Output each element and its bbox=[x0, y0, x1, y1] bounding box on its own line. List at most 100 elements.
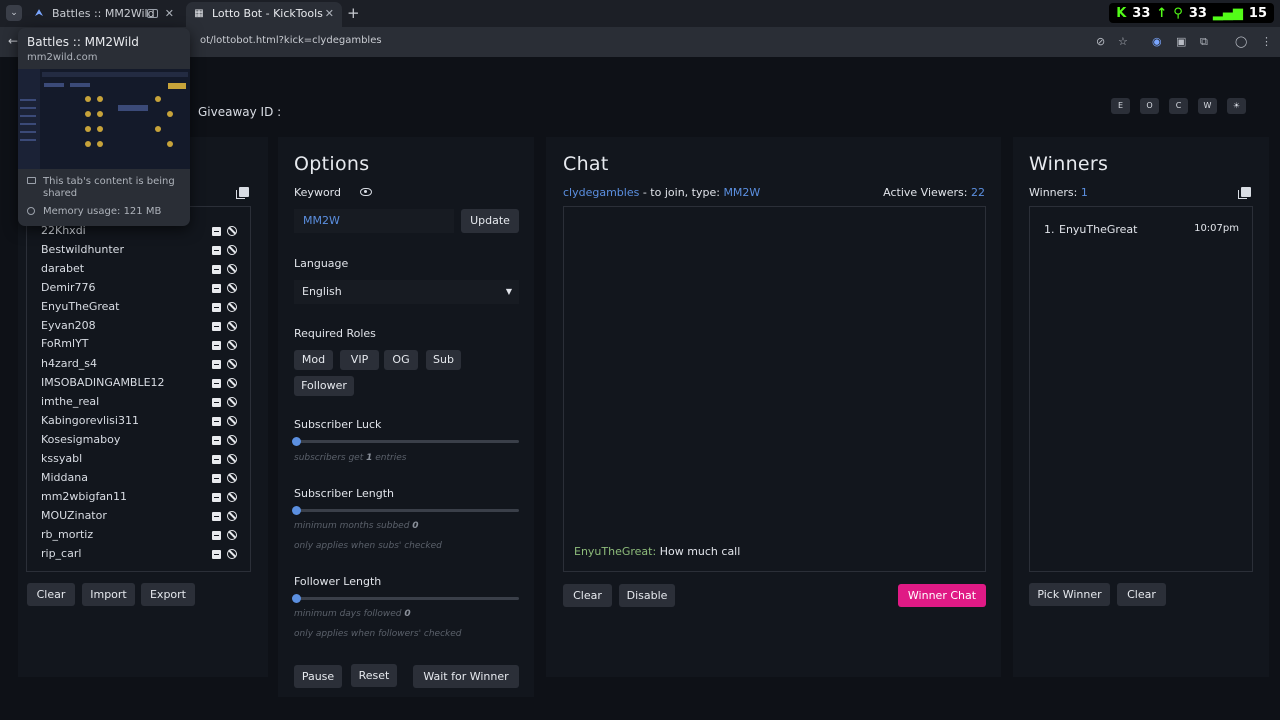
role-follower-toggle[interactable]: Follower bbox=[294, 376, 354, 396]
ban-entrant-icon[interactable] bbox=[227, 302, 237, 312]
channel-link[interactable]: clydegambles bbox=[563, 186, 639, 199]
subscriber-luck-slider[interactable] bbox=[292, 437, 519, 446]
remove-entrant-icon[interactable] bbox=[212, 473, 221, 483]
bookmark-star-icon[interactable]: ☆ bbox=[1118, 35, 1128, 48]
language-select[interactable]: English ▼ bbox=[294, 280, 519, 304]
back-arrow-icon[interactable]: ← bbox=[8, 34, 18, 48]
list-item: Middana bbox=[41, 471, 88, 484]
chat-log[interactable]: EnyuTheGreat: How much call bbox=[563, 206, 986, 572]
subscriber-length-slider[interactable] bbox=[292, 506, 519, 515]
ban-entrant-icon[interactable] bbox=[227, 454, 237, 464]
entrants-list[interactable]: 22Khxdi Bestwildhunter darabet Demir776 … bbox=[26, 206, 251, 572]
keyword-input[interactable]: MM2W bbox=[294, 209, 454, 233]
remove-entrant-icon[interactable] bbox=[212, 321, 221, 331]
extensions-puzzle-icon[interactable]: ⧉ bbox=[1200, 35, 1208, 49]
role-sub-toggle[interactable]: Sub bbox=[426, 350, 461, 370]
remove-entrant-icon[interactable] bbox=[212, 454, 221, 464]
hover-card-memory: Memory usage: 121 MB bbox=[27, 206, 161, 217]
theme-button-o[interactable]: O bbox=[1140, 98, 1159, 114]
role-vip-toggle[interactable]: VIP bbox=[340, 350, 379, 370]
ban-entrant-icon[interactable] bbox=[227, 378, 237, 388]
list-item: mm2wbigfan11 bbox=[41, 490, 128, 503]
extension-grid-icon[interactable]: ▣ bbox=[1176, 35, 1186, 48]
clear-chat-button[interactable]: Clear bbox=[563, 584, 612, 607]
remove-entrant-icon[interactable] bbox=[212, 302, 221, 312]
ban-entrant-icon[interactable] bbox=[227, 321, 237, 331]
ban-entrant-icon[interactable] bbox=[227, 245, 237, 255]
close-tab-icon[interactable]: ✕ bbox=[165, 2, 174, 25]
theme-button-c[interactable]: C bbox=[1169, 98, 1188, 114]
clear-winners-button[interactable]: Clear bbox=[1117, 583, 1166, 606]
ban-entrant-icon[interactable] bbox=[227, 435, 237, 445]
theme-light-icon[interactable]: ☀ bbox=[1227, 98, 1246, 114]
remove-entrant-icon[interactable] bbox=[212, 549, 221, 559]
winner-time: 10:07pm bbox=[1194, 223, 1239, 234]
remove-entrant-icon[interactable] bbox=[212, 397, 221, 407]
role-og-toggle[interactable]: OG bbox=[384, 350, 418, 370]
ban-entrant-icon[interactable] bbox=[227, 511, 237, 521]
import-button[interactable]: Import bbox=[82, 583, 135, 606]
extension-wave-icon[interactable]: ◉ bbox=[1152, 35, 1162, 48]
remove-entrant-icon[interactable] bbox=[212, 416, 221, 426]
remove-entrant-icon[interactable] bbox=[212, 511, 221, 521]
update-button[interactable]: Update bbox=[461, 209, 519, 233]
theme-button-e[interactable]: E bbox=[1111, 98, 1130, 114]
remove-entrant-icon[interactable] bbox=[212, 378, 221, 388]
ban-entrant-icon[interactable] bbox=[227, 416, 237, 426]
subscriber-length-label: Subscriber Length bbox=[294, 487, 395, 500]
theme-button-w[interactable]: W bbox=[1198, 98, 1217, 114]
ban-entrant-icon[interactable] bbox=[227, 492, 237, 502]
copy-icon[interactable] bbox=[1238, 187, 1251, 199]
disable-chat-button[interactable]: Disable bbox=[619, 584, 675, 607]
close-tab-icon[interactable]: ✕ bbox=[325, 2, 334, 25]
remove-entrant-icon[interactable] bbox=[212, 435, 221, 445]
ban-entrant-icon[interactable] bbox=[227, 397, 237, 407]
camera-off-icon[interactable]: ⊘ bbox=[1096, 35, 1105, 48]
winner-rank: 1. bbox=[1044, 223, 1055, 236]
join-text: - to join, type: bbox=[639, 186, 724, 199]
remove-entrant-icon[interactable] bbox=[212, 264, 221, 274]
remove-entrant-icon[interactable] bbox=[212, 340, 221, 350]
clear-entrants-button[interactable]: Clear bbox=[27, 583, 75, 606]
ban-entrant-icon[interactable] bbox=[227, 530, 237, 540]
remove-entrant-icon[interactable] bbox=[212, 245, 221, 255]
ban-entrant-icon[interactable] bbox=[227, 226, 237, 236]
follower-length-slider[interactable] bbox=[292, 594, 519, 603]
remove-entrant-icon[interactable] bbox=[212, 492, 221, 502]
remove-entrant-icon[interactable] bbox=[212, 359, 221, 369]
ban-entrant-icon[interactable] bbox=[227, 340, 237, 350]
new-tab-button[interactable]: + bbox=[347, 4, 360, 22]
ban-entrant-icon[interactable] bbox=[227, 264, 237, 274]
list-item: Eyvan208 bbox=[41, 319, 96, 332]
copy-icon[interactable] bbox=[236, 187, 249, 199]
tab-lotto-bot[interactable]: ▦ Lotto Bot - KickTools ✕ bbox=[186, 2, 342, 27]
export-button[interactable]: Export bbox=[141, 583, 195, 606]
url-field[interactable]: ot/lottobot.html?kick=clydegambles bbox=[200, 35, 382, 46]
chat-message: EnyuTheGreat: How much call bbox=[574, 545, 740, 558]
tab-battles-mm2wild[interactable]: ⮝ Battles :: MM2Wild ✕ bbox=[26, 2, 182, 27]
winner-chat-button[interactable]: Winner Chat bbox=[898, 584, 986, 607]
wait-for-winner-button[interactable]: Wait for Winner bbox=[413, 665, 519, 688]
profile-icon[interactable]: ◯ bbox=[1235, 35, 1247, 48]
pick-winner-button[interactable]: Pick Winner bbox=[1029, 583, 1110, 606]
pause-button[interactable]: Pause bbox=[294, 665, 342, 688]
winners-list[interactable]: 1. EnyuTheGreat 10:07pm bbox=[1029, 206, 1253, 572]
eye-icon[interactable] bbox=[360, 188, 372, 196]
tab-search-dropdown-icon[interactable]: ⌄ bbox=[6, 5, 22, 21]
remove-entrant-icon[interactable] bbox=[212, 226, 221, 236]
ban-entrant-icon[interactable] bbox=[227, 359, 237, 369]
menu-kebab-icon[interactable]: ⋮ bbox=[1261, 35, 1272, 48]
tab-title: Lotto Bot - KickTools bbox=[212, 7, 323, 20]
ban-entrant-icon[interactable] bbox=[227, 473, 237, 483]
role-mod-toggle[interactable]: Mod bbox=[294, 350, 333, 370]
ban-entrant-icon[interactable] bbox=[227, 283, 237, 293]
slider-knob[interactable] bbox=[292, 437, 301, 446]
reset-button[interactable]: Reset bbox=[351, 664, 397, 687]
entrant-actions bbox=[212, 283, 237, 293]
remove-entrant-icon[interactable] bbox=[212, 283, 221, 293]
remove-entrant-icon[interactable] bbox=[212, 530, 221, 540]
slider-knob[interactable] bbox=[292, 594, 301, 603]
ban-entrant-icon[interactable] bbox=[227, 549, 237, 559]
hint-value: 0 bbox=[412, 521, 419, 531]
slider-knob[interactable] bbox=[292, 506, 301, 515]
